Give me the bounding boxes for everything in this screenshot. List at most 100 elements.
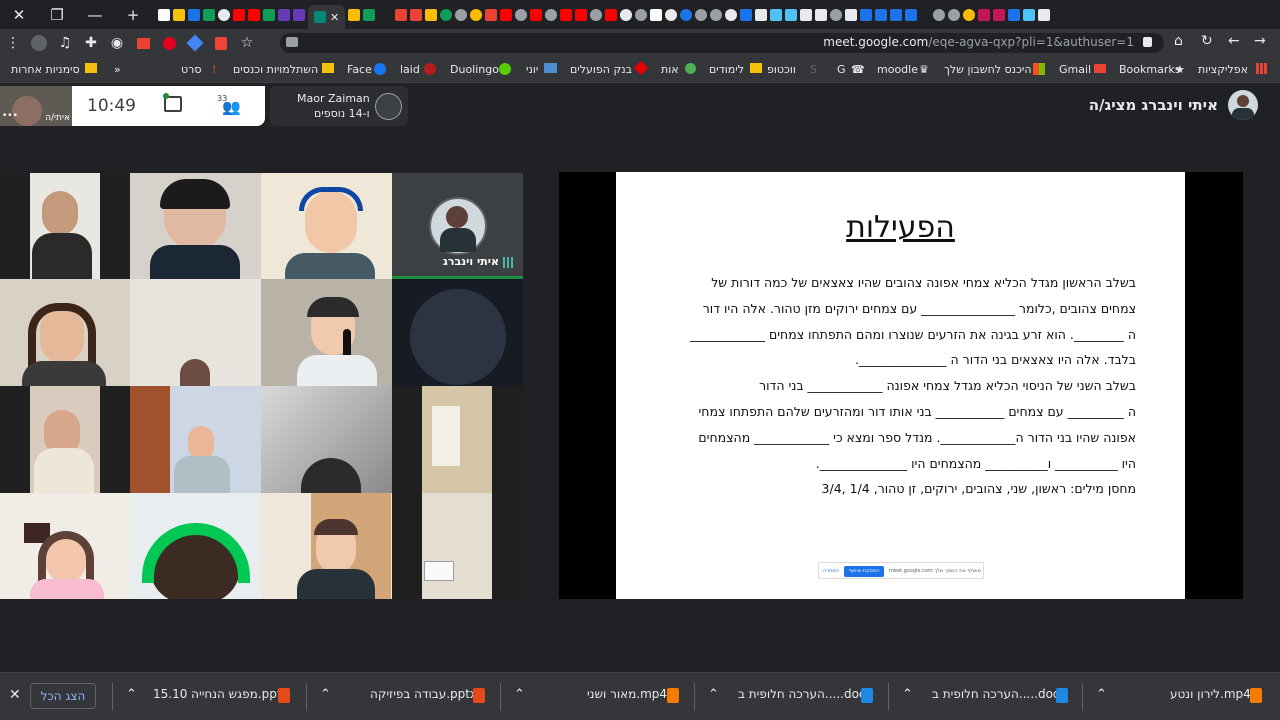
tab-icon[interactable] — [890, 8, 903, 21]
bookmark-login[interactable]: היכנס לחשבון שלך — [944, 63, 1032, 76]
tab-icon[interactable] — [575, 8, 588, 21]
download-item[interactable]: מפגש הנחייה 15.10.pptx — [153, 687, 289, 701]
tab-icon[interactable] — [665, 8, 678, 21]
close-window-icon[interactable]: ✕ — [0, 0, 38, 29]
extension-icon[interactable] — [182, 29, 208, 57]
tab-icon[interactable] — [860, 8, 873, 21]
tab-icon[interactable] — [680, 8, 693, 21]
tab-icon[interactable] — [515, 8, 528, 21]
bookmark-g[interactable]: G — [837, 63, 846, 76]
video-tile[interactable] — [130, 386, 261, 493]
lock-icon[interactable] — [1143, 37, 1152, 47]
presentation-view[interactable]: הפעילות בשלב הראשון מגדל הכליא צמחי אפונ… — [559, 172, 1243, 599]
tab-close-icon[interactable]: ✕ — [330, 11, 339, 24]
bookmark-gmail[interactable]: Gmail — [1059, 63, 1091, 76]
bookmark-duolingo[interactable]: Duolingo — [450, 63, 499, 76]
tab-icon[interactable] — [485, 8, 498, 21]
new-tab-button[interactable]: + — [114, 0, 152, 29]
tab-icon[interactable] — [218, 8, 230, 21]
tab-icon[interactable] — [248, 8, 260, 21]
video-tile[interactable] — [392, 493, 523, 599]
tab-icon[interactable] — [948, 8, 961, 21]
video-tile[interactable] — [0, 493, 130, 599]
bookmark-moodle[interactable]: moodle — [877, 63, 918, 76]
tab-icon[interactable] — [590, 8, 603, 21]
tab-icon[interactable] — [993, 8, 1006, 21]
reload-icon[interactable]: ↻ — [1201, 33, 1213, 49]
tab-icon[interactable] — [500, 8, 513, 21]
tab-icon[interactable] — [725, 8, 738, 21]
bookmark-ot[interactable]: אות — [661, 63, 679, 76]
tab-icon[interactable] — [830, 8, 843, 21]
tab-icon[interactable] — [173, 8, 185, 21]
bookmarks-more-button[interactable]: » — [114, 63, 121, 76]
tab-icon[interactable] — [1038, 8, 1051, 21]
bookmark-bank[interactable]: בנק הפועלים — [570, 63, 632, 76]
tab-icon[interactable] — [905, 8, 918, 21]
menu-icon[interactable]: ⋮ — [0, 29, 26, 57]
download-options-icon[interactable]: ⌃ — [1096, 687, 1107, 702]
tab-icon[interactable] — [263, 8, 275, 21]
active-tab[interactable]: ✕ — [308, 5, 346, 29]
tab-icon[interactable] — [233, 8, 245, 21]
stop-sharing-button[interactable]: הפסקת שיתוף — [844, 566, 884, 577]
tab-icon[interactable] — [650, 8, 663, 21]
video-tile[interactable] — [261, 386, 392, 493]
tab-icon[interactable] — [710, 8, 723, 21]
tab-icon[interactable] — [470, 8, 483, 21]
tab-icon[interactable] — [620, 8, 633, 21]
download-options-icon[interactable]: ⌃ — [902, 687, 913, 702]
profile-icon[interactable] — [26, 29, 52, 57]
video-tile[interactable] — [130, 279, 261, 386]
tab-icon[interactable] — [203, 8, 215, 21]
download-item[interactable]: הערכה חלופית ב.....docx — [932, 687, 1067, 701]
tab-icon[interactable] — [635, 8, 648, 21]
tab-icon[interactable] — [425, 8, 438, 21]
presenter-chip[interactable]: Maor Zaiman ו-14 נוספים — [270, 86, 408, 126]
extension-icon[interactable]: ◉ — [104, 29, 130, 57]
share-hide-button[interactable]: הסתרה — [823, 568, 839, 574]
bookmark-other[interactable]: סימניות אחרות — [11, 63, 80, 76]
show-all-downloads-button[interactable]: הצג הכל — [30, 683, 96, 709]
bookmark-studies[interactable]: לימודים — [709, 63, 744, 76]
tab-icon[interactable] — [740, 8, 753, 21]
tab-icon[interactable] — [800, 8, 813, 21]
video-tile[interactable] — [0, 386, 130, 493]
bookmark-movie[interactable]: סרט — [181, 63, 201, 76]
tab-icon[interactable] — [1023, 8, 1036, 21]
video-tile[interactable] — [392, 279, 523, 386]
bookmark-s[interactable]: S — [810, 63, 817, 76]
tab-icon[interactable] — [1008, 8, 1021, 21]
bookmark-face[interactable]: Face — [347, 63, 372, 76]
download-options-icon[interactable]: ⌃ — [320, 687, 331, 702]
tab-icon[interactable] — [293, 8, 305, 21]
download-options-icon[interactable]: ⌃ — [708, 687, 719, 702]
pinterest-icon[interactable] — [156, 29, 182, 57]
tab-icon[interactable] — [158, 8, 170, 21]
bookmark-courses[interactable]: השתלמויות וכנסים — [233, 63, 318, 76]
tab-icon[interactable] — [410, 8, 423, 21]
media-control-icon[interactable]: ♫ — [52, 29, 78, 57]
download-item[interactable]: עבודה בפיזיקה.pptx — [370, 687, 477, 701]
tab-icon[interactable] — [785, 8, 798, 21]
tab-icon[interactable] — [530, 8, 543, 21]
download-options-icon[interactable]: ⌃ — [126, 687, 137, 702]
downloads-close-icon[interactable]: ✕ — [9, 687, 21, 703]
tab-icon[interactable] — [560, 8, 573, 21]
tab-icon[interactable] — [815, 8, 828, 21]
bookmark-bookmarks[interactable]: Bookmarks — [1119, 63, 1180, 76]
forward-icon[interactable]: ← — [1228, 33, 1240, 49]
tab-icon[interactable] — [695, 8, 708, 21]
self-view-more-icon[interactable]: ••• — [2, 111, 18, 121]
video-tile[interactable] — [261, 173, 392, 279]
video-tile[interactable] — [0, 279, 130, 386]
minimize-window-icon[interactable]: — — [76, 0, 114, 29]
video-tile[interactable] — [0, 173, 130, 279]
tab-icon[interactable] — [545, 8, 558, 21]
tab-icon[interactable] — [845, 8, 858, 21]
bookmark-laid[interactable]: laid — [400, 63, 420, 76]
video-tile[interactable] — [130, 173, 261, 279]
tab-icon[interactable] — [978, 8, 991, 21]
tab-icon[interactable] — [395, 8, 408, 21]
video-tile[interactable] — [261, 493, 392, 599]
